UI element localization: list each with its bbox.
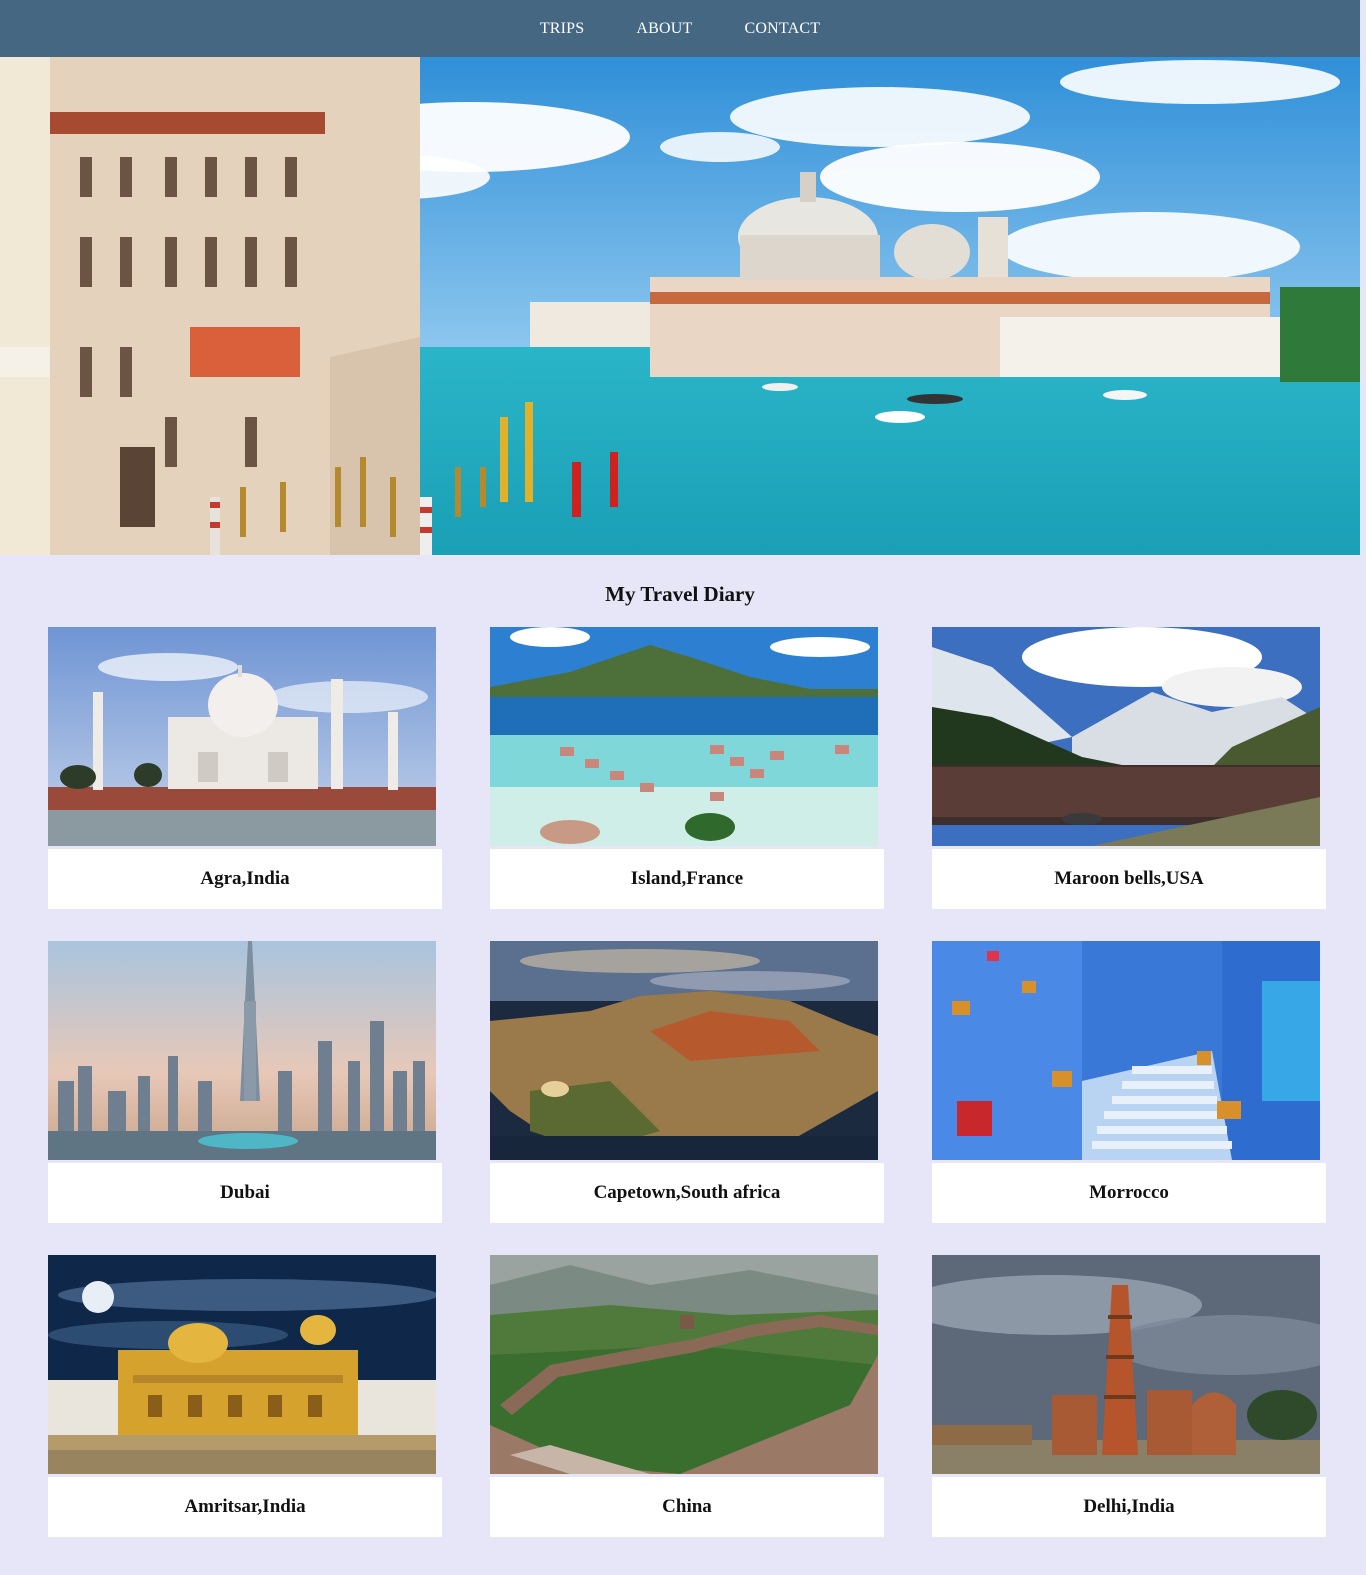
travel-card-amritsar[interactable]: Amritsar,India: [48, 1255, 442, 1537]
nav-link-contact[interactable]: CONTACT: [745, 20, 821, 38]
travel-card-agra[interactable]: Agra,India: [48, 627, 442, 909]
card-caption: Maroon bells,USA: [932, 849, 1326, 909]
page-title: My Travel Diary: [605, 582, 755, 606]
hero-banner: [0, 57, 1360, 555]
top-nav: TRIPS ABOUT CONTACT: [0, 0, 1360, 57]
golden-temple-photo: [48, 1255, 436, 1474]
card-caption: Island,France: [490, 849, 884, 909]
nav-link-about[interactable]: ABOUT: [636, 20, 692, 38]
card-caption: Morrocco: [932, 1163, 1326, 1223]
venice-grand-canal-photo: [0, 57, 1360, 555]
travel-card-dubai[interactable]: Dubai: [48, 941, 442, 1223]
tropical-island-bungalows-photo: [490, 627, 878, 846]
mountain-lake-photo: [932, 627, 1320, 846]
great-wall-photo: [490, 1255, 878, 1474]
nav-link-trips[interactable]: TRIPS: [540, 20, 585, 38]
travel-card-delhi[interactable]: Delhi,India: [932, 1255, 1326, 1537]
card-caption: Dubai: [48, 1163, 442, 1223]
travel-card-china[interactable]: China: [490, 1255, 884, 1537]
travel-card-morocco[interactable]: Morrocco: [932, 941, 1326, 1223]
travel-card-island[interactable]: Island,France: [490, 627, 884, 909]
blue-city-street-photo: [932, 941, 1320, 1160]
card-caption: Amritsar,India: [48, 1477, 442, 1537]
travel-card-capetown[interactable]: Capetown,South africa: [490, 941, 884, 1223]
dubai-skyline-photo: [48, 941, 436, 1160]
qutub-minar-photo: [932, 1255, 1320, 1474]
taj-mahal-photo: [48, 627, 436, 846]
card-caption: Delhi,India: [932, 1477, 1326, 1537]
cape-town-aerial-photo: [490, 941, 878, 1160]
card-caption: China: [490, 1477, 884, 1537]
card-caption: Agra,India: [48, 849, 442, 909]
travel-card-maroon-bells[interactable]: Maroon bells,USA: [932, 627, 1326, 909]
travel-card-grid: Agra,India Island,France Maroon bells,US…: [48, 627, 1326, 1537]
card-caption: Capetown,South africa: [490, 1163, 884, 1223]
